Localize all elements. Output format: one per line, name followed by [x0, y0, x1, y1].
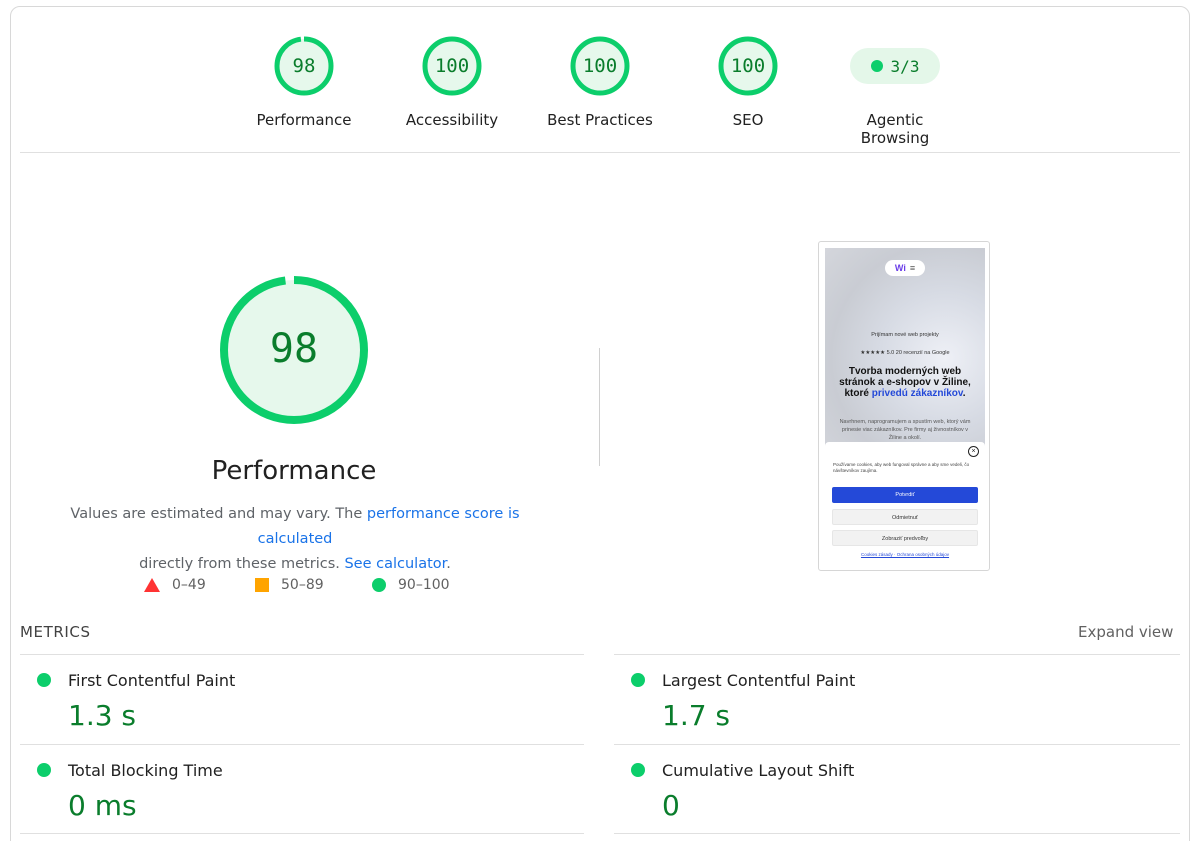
gauge-label: SEO — [732, 111, 764, 129]
thumbnail-hero: Wi ≡ Prijímam nové web projekty ★★★★★ 5.… — [825, 248, 985, 448]
headline-highlight: privedú zákazníkov — [871, 388, 963, 399]
legend-pass: 90–100 — [372, 577, 450, 593]
metric-value: 1.7 s — [662, 699, 731, 732]
agentic-score: 3/3 — [890, 56, 920, 76]
site-logo: Wi ≡ — [885, 260, 925, 276]
metric-name: Cumulative Layout Shift — [662, 761, 855, 780]
thumbnail-subtext: Navrhnem, naprogramujem a spustím web, k… — [839, 419, 971, 441]
gauge-score: 100 — [582, 55, 618, 77]
gauge-best-practices[interactable]: 100 Best Practices — [530, 36, 670, 129]
metric-name: First Contentful Paint — [68, 671, 236, 690]
agentic-score-pill: 3/3 — [850, 48, 940, 84]
gauge-label: Agentic Browsing — [860, 111, 930, 147]
cookie-reject-button: Odmietnuť — [832, 509, 978, 525]
gauge-score: 98 — [292, 55, 316, 77]
legend-label: 50–89 — [281, 577, 324, 593]
metric-name: Total Blocking Time — [68, 761, 223, 780]
triangle-icon — [144, 578, 160, 592]
vertical-divider — [599, 348, 600, 466]
metric-first-contentful-paint: First Contentful Paint 1.3 s — [20, 655, 580, 745]
metric-divider — [20, 833, 584, 834]
cookie-sheet: × Používame cookies, aby web fungoval sp… — [825, 442, 985, 566]
cookie-links: Cookies zásady · Ochrana osobných údajov — [860, 552, 950, 557]
gauge-agentic-browsing[interactable]: 3/3 Agentic Browsing — [835, 48, 955, 147]
metric-name: Largest Contentful Paint — [662, 671, 856, 690]
cookie-text: Používame cookies, aby web fungoval sprá… — [833, 462, 970, 473]
legend-fail: 0–49 — [144, 577, 206, 593]
gauge-accessibility[interactable]: 100 Accessibility — [382, 36, 522, 129]
gauge-seo[interactable]: 100 SEO — [678, 36, 818, 129]
headline-text: . — [962, 388, 966, 399]
pass-dot-icon — [870, 60, 883, 72]
cookie-confirm-button: Potvrdiť — [832, 487, 978, 503]
square-icon — [255, 578, 269, 592]
metric-largest-contentful-paint: Largest Contentful Paint 1.7 s — [614, 655, 1174, 745]
gauge-performance[interactable]: 98 Performance — [234, 36, 374, 129]
menu-icon: ≡ — [909, 263, 916, 273]
see-calculator-link[interactable]: See calculator — [344, 556, 446, 572]
final-screenshot-thumbnail[interactable]: Wi ≡ Prijímam nové web projekty ★★★★★ 5.… — [818, 241, 990, 571]
close-icon: × — [968, 446, 979, 457]
gauge-label: Performance — [256, 111, 352, 129]
metric-divider — [614, 833, 1180, 834]
metric-value: 1.3 s — [68, 699, 137, 732]
pass-dot-icon — [37, 763, 51, 777]
cookie-prefs-button: Zobraziť predvoľby — [832, 530, 978, 546]
pass-dot-icon — [37, 673, 51, 687]
divider — [20, 152, 1180, 153]
performance-score: 98 — [269, 326, 319, 372]
thumbnail-badge: Prijímam nové web projekty — [871, 332, 939, 338]
metric-cumulative-layout-shift: Cumulative Layout Shift 0 — [614, 745, 1174, 833]
expand-view-toggle[interactable]: Expand view — [1078, 623, 1173, 641]
desc-text: Values are estimated and may vary. The — [70, 506, 367, 522]
legend-average: 50–89 — [255, 577, 324, 593]
gauge-label: Best Practices — [547, 111, 653, 129]
performance-title: Performance — [211, 456, 377, 486]
gauge-label: Accessibility — [405, 111, 499, 129]
metric-value: 0 — [662, 789, 680, 822]
legend-label: 90–100 — [398, 577, 450, 593]
metric-value: 0 ms — [68, 789, 137, 822]
pass-dot-icon — [631, 763, 645, 777]
metric-total-blocking-time: Total Blocking Time 0 ms — [20, 745, 580, 833]
thumbnail-rating: ★★★★★ 5.0 20 recenzií na Google — [860, 350, 950, 356]
gauge-score: 100 — [434, 55, 470, 77]
desc-text: . — [446, 556, 451, 572]
thumbnail-headline: Tvorba moderných web stránok a e-shopov … — [831, 366, 979, 399]
desc-text: directly from these metrics. — [139, 556, 345, 572]
circle-icon — [372, 578, 386, 592]
metrics-heading: METRICS — [20, 623, 91, 641]
logo-text: Wi — [894, 263, 906, 273]
pass-dot-icon — [631, 673, 645, 687]
legend-label: 0–49 — [172, 577, 206, 593]
gauge-score: 100 — [730, 55, 766, 77]
performance-description: Values are estimated and may vary. The p… — [40, 502, 550, 577]
